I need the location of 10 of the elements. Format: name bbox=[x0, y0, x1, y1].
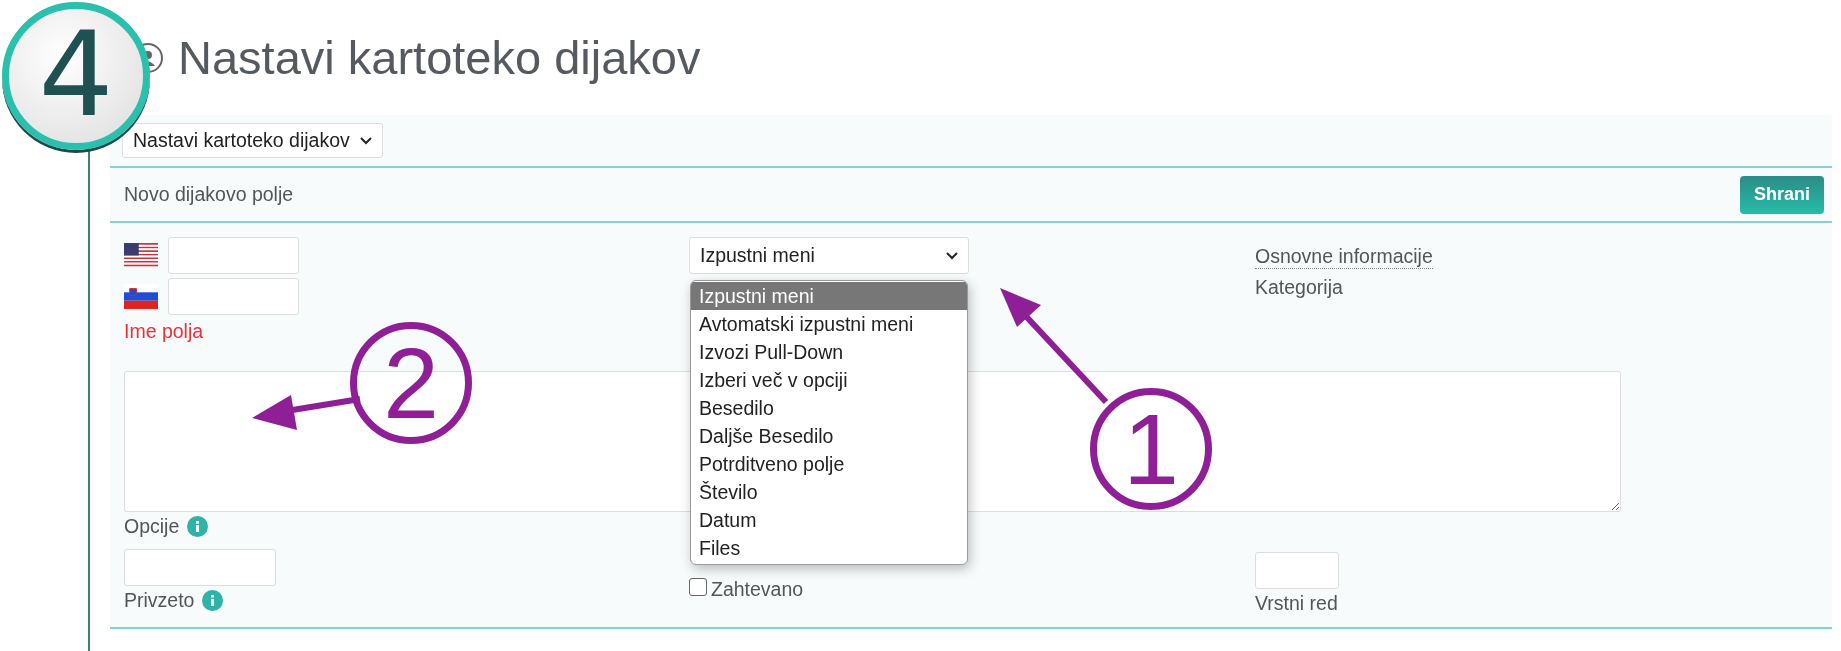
category-label: Kategorija bbox=[1255, 275, 1343, 299]
order-label: Vrstni red bbox=[1255, 591, 1338, 615]
callout-number: 2 bbox=[350, 322, 472, 444]
callout-number: 1 bbox=[1090, 388, 1212, 510]
page-title: Nastavi kartoteko dijakov bbox=[178, 30, 701, 86]
options-label: Opcije bbox=[124, 514, 180, 538]
default-label: Privzeto bbox=[124, 588, 195, 612]
field-name-label: Ime polja bbox=[124, 319, 204, 343]
form-title: Novo dijakovo polje bbox=[124, 183, 294, 206]
required-label: Zahtevano bbox=[711, 577, 804, 601]
